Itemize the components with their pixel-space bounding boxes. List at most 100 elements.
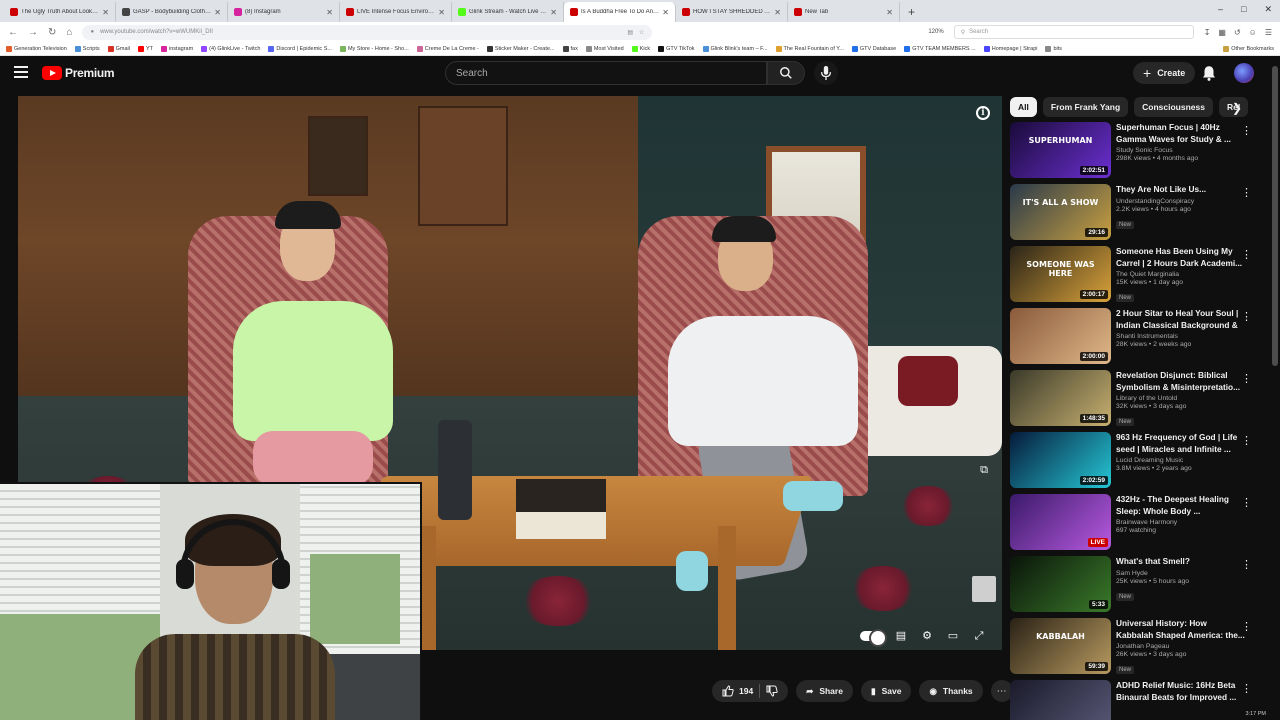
menu-icon[interactable]: ☰ <box>1265 28 1272 37</box>
video-title[interactable]: ADHD Relief Music: 16Hz Beta Binaural Be… <box>1116 680 1246 703</box>
video-title[interactable]: 2 Hour Sitar to Heal Your Soul | Indian … <box>1116 308 1246 331</box>
recommendation-item[interactable]: SOMEONE WAS HERE 2:00:17 Someone Has Been … <box>1010 246 1260 304</box>
like-button[interactable]: 194 <box>722 685 753 697</box>
channel-name[interactable]: Study Sonic Focus <box>1116 147 1246 154</box>
back-icon[interactable]: ← <box>8 27 18 38</box>
channel-watermark[interactable] <box>972 576 996 602</box>
more-options-icon[interactable]: ⋮ <box>1241 372 1252 385</box>
minimize-icon[interactable]: – <box>1218 4 1223 15</box>
video-thumbnail[interactable]: 2:00:00 <box>1010 308 1111 364</box>
maximize-icon[interactable]: □ <box>1241 4 1246 15</box>
video-info-icon[interactable]: i <box>976 106 990 120</box>
tab-close-icon[interactable]: ✕ <box>102 8 109 17</box>
more-options-icon[interactable]: ⋮ <box>1241 496 1252 509</box>
other-bookmarks[interactable]: Other Bookmarks <box>1223 45 1274 52</box>
tab-close-icon[interactable]: ✕ <box>438 8 445 17</box>
recommendation-item[interactable]: KABBALAH 59:39 Universal History: How Kabb… <box>1010 618 1260 676</box>
browser-search-box[interactable]: ⚲ Search <box>953 25 1194 39</box>
notifications-bell-icon[interactable] <box>1200 64 1218 82</box>
new-tab-icon[interactable]: + <box>900 5 923 22</box>
account-icon[interactable]: ☺ <box>1249 28 1257 37</box>
video-title[interactable]: Superhuman Focus | 40Hz Gamma Waves for … <box>1116 122 1246 145</box>
video-title[interactable]: Someone Has Been Using My Carrel | 2 Hou… <box>1116 246 1246 269</box>
recommendation-item[interactable]: ADHD Relief Music: 16Hz Beta Binaural Be… <box>1010 680 1260 720</box>
more-options-icon[interactable]: ⋮ <box>1241 124 1252 137</box>
tab-close-icon[interactable]: ✕ <box>662 8 669 17</box>
browser-tab[interactable]: HOW I STAY SHREDDED ALL YE✕ <box>676 2 788 22</box>
channel-name[interactable]: Jonathan Pageau <box>1116 643 1246 650</box>
theater-mode-icon[interactable]: ▭ <box>946 630 960 642</box>
video-thumbnail[interactable]: 1:48:35 <box>1010 370 1111 426</box>
recommendation-item[interactable]: 5:33 What's that Smell? Sam Hyde 25K views … <box>1010 556 1260 614</box>
bookmark-item[interactable]: Gmail <box>107 45 130 52</box>
captions-icon[interactable]: ▤ <box>894 630 908 642</box>
scrollbar-thumb[interactable] <box>1272 66 1278 366</box>
video-title[interactable]: 432Hz - The Deepest Healing Sleep: Whole… <box>1116 494 1246 517</box>
bookmark-item[interactable]: Discord | Epidemic S... <box>268 45 332 52</box>
video-title[interactable]: Universal History: How Kabbalah Shaped A… <box>1116 618 1246 641</box>
zoom-level[interactable]: 120% <box>928 29 943 35</box>
recommendation-item[interactable]: 2:00:00 2 Hour Sitar to Heal Your Soul | … <box>1010 308 1260 366</box>
filter-chip[interactable]: Consciousness <box>1134 97 1213 117</box>
bookmark-item[interactable]: fax <box>562 45 578 52</box>
video-thumbnail[interactable]: SOMEONE WAS HERE 2:00:17 <box>1010 246 1111 302</box>
account-avatar[interactable] <box>1234 63 1254 83</box>
recommendation-item[interactable]: IT'S ALL A SHOW 29:16 They Are Not Like Us… <box>1010 184 1260 242</box>
share-button[interactable]: ➦ Share <box>796 680 853 702</box>
video-title[interactable]: Revelation Disjunct: Biblical Symbolism … <box>1116 370 1246 393</box>
recommendation-item[interactable]: LIVE 432Hz - The Deepest Healing Sleep: W… <box>1010 494 1260 552</box>
bookmark-item[interactable]: GTV TEAM MEMBERS ... <box>904 45 976 52</box>
search-button[interactable] <box>767 61 805 85</box>
autoplay-toggle[interactable] <box>860 629 887 647</box>
reader-icon[interactable]: ▤ <box>627 29 633 36</box>
filter-chip[interactable]: All <box>1010 97 1037 117</box>
address-bar[interactable]: ● www.youtube.com/watch?v=wWUMKil_DII ▤ … <box>82 24 653 40</box>
channel-name[interactable]: Shanti Instrumentals <box>1116 333 1246 340</box>
channel-name[interactable]: Brainwave Harmony <box>1116 519 1246 526</box>
recommendation-item[interactable]: SUPERHUMAN 2:02:51 Superhuman Focus | 40Hz… <box>1010 122 1260 180</box>
bookmark-item[interactable]: GTV Database <box>851 45 896 52</box>
more-options-icon[interactable]: ⋮ <box>1241 248 1252 261</box>
bookmark-item[interactable]: Most Visited <box>585 45 624 52</box>
more-options-icon[interactable]: ⋮ <box>1241 310 1252 323</box>
browser-tab[interactable]: LIVE Intense Focus Environm ✕ <box>340 2 452 22</box>
bookmark-star-icon[interactable]: ☆ <box>639 29 644 36</box>
video-thumbnail[interactable]: IT'S ALL A SHOW 29:16 <box>1010 184 1111 240</box>
tab-close-icon[interactable]: ✕ <box>774 8 781 17</box>
bookmark-item[interactable]: Homepage | Strapi <box>983 45 1037 52</box>
miniplayer-icon[interactable]: ⧉ <box>980 464 988 477</box>
channel-name[interactable]: Sam Hyde <box>1116 570 1246 577</box>
browser-tab[interactable]: GASP - Bodybuilding Clothing ✕ <box>116 2 228 22</box>
more-options-icon[interactable]: ⋮ <box>1241 558 1252 571</box>
youtube-premium-logo[interactable]: Premium <box>42 66 115 80</box>
tab-close-icon[interactable]: ✕ <box>886 8 893 17</box>
tab-close-icon[interactable]: ✕ <box>214 8 221 17</box>
bookmark-item[interactable]: GTV TikTok <box>658 45 695 52</box>
home-icon[interactable]: ⌂ <box>66 27 72 38</box>
more-options-icon[interactable]: ⋮ <box>1241 434 1252 447</box>
bookmark-item[interactable]: The Real Fountain of Y... <box>775 45 844 52</box>
bookmark-item[interactable]: Scripts <box>74 45 100 52</box>
extensions-icon[interactable]: ▦ <box>1218 28 1226 37</box>
browser-tab[interactable]: New Tab ✕ <box>788 2 900 22</box>
forward-icon[interactable]: → <box>28 27 38 38</box>
video-title[interactable]: 963 Hz Frequency of God | Life seed | Mi… <box>1116 432 1246 455</box>
bookmark-item[interactable]: (4) GlinkLive - Twitch <box>201 45 260 52</box>
settings-gear-icon[interactable]: ⚙ <box>920 630 934 642</box>
bookmark-item[interactable]: instagram <box>161 45 193 52</box>
bookmark-item[interactable]: YT <box>137 45 153 52</box>
more-options-icon[interactable]: ⋮ <box>1241 620 1252 633</box>
channel-name[interactable]: Library of the Untold <box>1116 395 1246 402</box>
bookmark-item[interactable]: Glink Blink's team – F... <box>702 45 768 52</box>
video-title[interactable]: They Are Not Like Us... <box>1116 184 1246 196</box>
reload-icon[interactable]: ↻ <box>48 27 56 38</box>
video-thumbnail[interactable]: KABBALAH 59:39 <box>1010 618 1111 674</box>
channel-name[interactable]: UnderstandingConspiracy <box>1116 198 1246 205</box>
browser-tab[interactable]: Is A Buddha Free To Do Anythi ✕ <box>564 2 676 22</box>
browser-tab[interactable]: (8) Instagram ✕ <box>228 2 340 22</box>
more-options-icon[interactable]: ⋮ <box>1241 682 1252 695</box>
channel-name[interactable]: The Quiet Marginalia <box>1116 271 1246 278</box>
bookmark-item[interactable]: My Store - Home - Sho... <box>339 45 409 52</box>
channel-name[interactable]: Lucid Dreaming Music <box>1116 457 1246 464</box>
filter-chip[interactable]: From Frank Yang <box>1042 97 1129 117</box>
